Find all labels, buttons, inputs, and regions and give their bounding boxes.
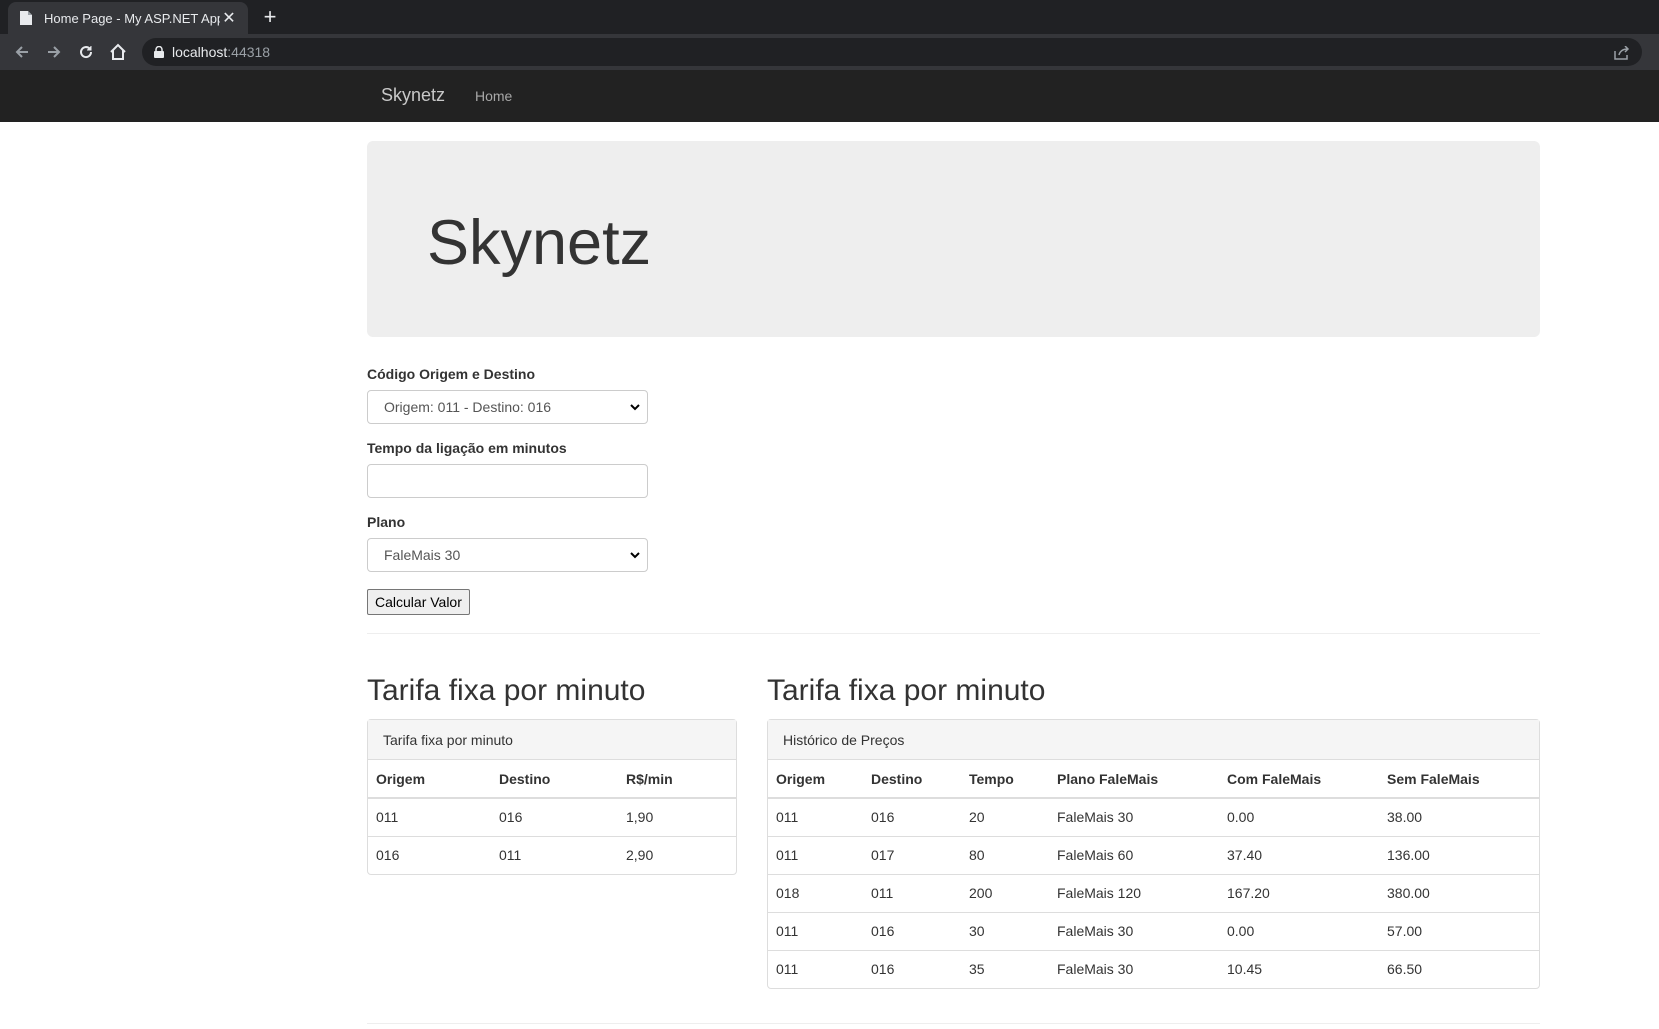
browser-toolbar: localhost:44318 [0, 34, 1659, 70]
table-cell: FaleMais 30 [1049, 949, 1219, 988]
table-row: 011 016 1,90 [368, 797, 736, 836]
table-cell: 016 [863, 797, 961, 836]
table-cell: 30 [961, 911, 1049, 950]
table-row: 011 016 30 FaleMais 30 0.00 57.00 [768, 911, 1539, 950]
browser-tab[interactable]: Home Page - My ASP.NET Applic ✕ [8, 2, 248, 34]
column-header: Sem FaleMais [1379, 760, 1539, 799]
column-header: Destino [863, 760, 961, 799]
chevron-down-icon [629, 548, 641, 565]
plan-value: FaleMais 30 [384, 547, 461, 563]
table-cell: 38.00 [1379, 797, 1539, 836]
table-cell: 0.00 [1219, 797, 1379, 836]
table-row: 011 016 20 FaleMais 30 0.00 38.00 [768, 797, 1539, 836]
table-cell: 016 [863, 911, 961, 950]
history-heading: Tarifa fixa por minuto [767, 674, 1046, 707]
close-icon[interactable]: ✕ [220, 8, 238, 28]
table-cell: 011 [768, 797, 863, 836]
table-cell: 018 [768, 873, 863, 912]
table-header-row: Origem Destino R$/min [368, 760, 736, 799]
column-header: Com FaleMais [1219, 760, 1379, 799]
table-cell: 35 [961, 949, 1049, 988]
table-row: 011 016 35 FaleMais 30 10.45 66.50 [768, 949, 1539, 988]
table-cell: 380.00 [1379, 873, 1539, 912]
address-bar[interactable]: localhost:44318 [142, 38, 1642, 66]
table-cell: FaleMais 60 [1049, 835, 1219, 874]
table-cell: 66.50 [1379, 949, 1539, 988]
origin-destination-label: Código Origem e Destino [367, 366, 536, 382]
new-tab-icon[interactable]: + [258, 5, 282, 29]
home-icon[interactable] [102, 36, 134, 68]
table-cell: 37.40 [1219, 835, 1379, 874]
history-panel: Histórico de Preços Origem Destino Tempo… [767, 719, 1540, 989]
history-panel-title: Histórico de Preços [768, 720, 1539, 760]
call-time-input[interactable] [367, 464, 648, 498]
table-cell: 57.00 [1379, 911, 1539, 950]
origin-destination-value: Origem: 011 - Destino: 016 [384, 399, 552, 415]
table-cell: 167.20 [1219, 873, 1379, 912]
table-cell: 016 [863, 949, 961, 988]
history-table: Origem Destino Tempo Plano FaleMais Com … [768, 760, 1539, 988]
nav-link-home[interactable]: Home [475, 88, 512, 104]
table-cell: 011 [368, 797, 491, 836]
column-header: Origem [368, 760, 491, 799]
reload-icon[interactable] [70, 36, 102, 68]
table-cell: 011 [491, 835, 618, 874]
table-cell: 1,90 [618, 797, 736, 836]
table-cell: 011 [768, 911, 863, 950]
back-icon[interactable] [6, 36, 38, 68]
table-cell: FaleMais 30 [1049, 797, 1219, 836]
divider [367, 633, 1540, 634]
plan-label: Plano [367, 514, 406, 530]
page-title: Skynetz [427, 208, 652, 278]
table-cell: 017 [863, 835, 961, 874]
table-cell: 011 [863, 873, 961, 912]
lock-icon[interactable] [154, 46, 164, 58]
jumbotron: Skynetz [367, 141, 1540, 337]
chevron-down-icon [629, 400, 641, 417]
forward-icon[interactable] [38, 36, 70, 68]
table-cell: 011 [768, 949, 863, 988]
table-cell: 0.00 [1219, 911, 1379, 950]
column-header: Tempo [961, 760, 1049, 799]
column-header: Destino [491, 760, 618, 799]
column-header: R$/min [618, 760, 736, 799]
table-cell: 20 [961, 797, 1049, 836]
call-time-label: Tempo da ligação em minutos [367, 440, 567, 456]
page-icon [18, 10, 34, 26]
browser-tab-bar: Home Page - My ASP.NET Applic ✕ + [0, 0, 1659, 34]
plan-select[interactable]: FaleMais 30 [367, 538, 648, 572]
rates-table: Origem Destino R$/min 011 016 1,90 016 0… [368, 760, 736, 874]
table-row: 016 011 2,90 [368, 835, 736, 874]
column-header: Plano FaleMais [1049, 760, 1219, 799]
share-icon[interactable] [1614, 45, 1630, 63]
navbar-brand[interactable]: Skynetz [381, 85, 445, 106]
rates-panel-title: Tarifa fixa por minuto [368, 720, 736, 760]
table-row: 011 017 80 FaleMais 60 37.40 136.00 [768, 835, 1539, 874]
url-host: localhost [172, 44, 228, 60]
table-cell: 016 [368, 835, 491, 874]
site-navbar: Skynetz Home [0, 70, 1659, 122]
column-header: Origem [768, 760, 863, 799]
table-cell: 136.00 [1379, 835, 1539, 874]
table-cell: 016 [491, 797, 618, 836]
table-cell: 2,90 [618, 835, 736, 874]
url-port: :44318 [227, 44, 271, 60]
table-cell: 011 [768, 835, 863, 874]
table-cell: 200 [961, 873, 1049, 912]
tab-title: Home Page - My ASP.NET Applic [44, 10, 220, 26]
table-cell: 80 [961, 835, 1049, 874]
rates-panel: Tarifa fixa por minuto Origem Destino R$… [367, 719, 737, 875]
origin-destination-select[interactable]: Origem: 011 - Destino: 016 [367, 390, 648, 424]
table-cell: FaleMais 30 [1049, 911, 1219, 950]
footer-divider [367, 1023, 1540, 1024]
table-header-row: Origem Destino Tempo Plano FaleMais Com … [768, 760, 1539, 799]
table-cell: 10.45 [1219, 949, 1379, 988]
calculate-button[interactable]: Calcular Valor [367, 589, 470, 615]
table-cell: FaleMais 120 [1049, 873, 1219, 912]
table-row: 018 011 200 FaleMais 120 167.20 380.00 [768, 873, 1539, 912]
rates-heading: Tarifa fixa por minuto [367, 674, 646, 707]
